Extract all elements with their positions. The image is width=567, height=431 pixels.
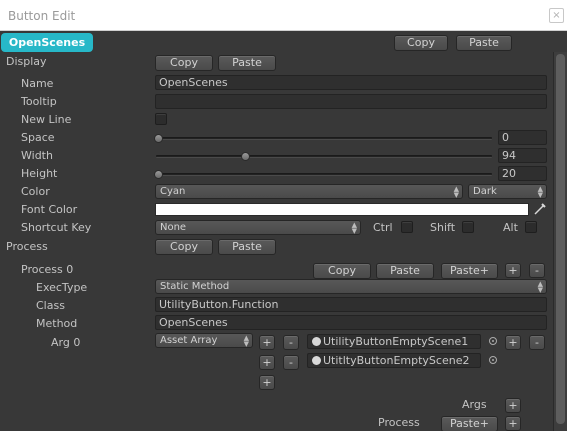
process-paste-button[interactable]: Paste [218, 239, 276, 255]
space-slider-thumb[interactable] [154, 134, 163, 143]
asset-name-1: UtilityButtonEmptyScene1 [323, 335, 469, 348]
arg0-label: Arg 0 [51, 336, 81, 349]
space-slider-track[interactable] [156, 137, 492, 140]
args-label: Args [462, 398, 487, 411]
process-section-label[interactable]: Process [6, 240, 48, 253]
shift-checkbox[interactable] [462, 221, 474, 233]
newline-label: New Line [21, 113, 72, 126]
dropdown-arrow-icon: ▲ ▼ [537, 280, 543, 294]
asset-list-add-button[interactable]: + [259, 375, 275, 390]
arg1-add-button[interactable]: + [259, 355, 275, 370]
asset-field-1[interactable]: UtilityButtonEmptyScene1 [307, 334, 481, 349]
exectype-dropdown[interactable]: Static Method ▲ ▼ [155, 279, 547, 294]
process0-pasteplus-button[interactable]: Paste+ [441, 263, 498, 279]
dropdown-arrow-icon: ▲ ▼ [243, 334, 249, 348]
height-value-field[interactable]: 20 [498, 166, 547, 181]
color-variant-value: Dark [473, 186, 497, 197]
asset-field-2[interactable]: UtitltyButtonEmptyScene2 [307, 353, 481, 368]
ctrl-checkbox[interactable] [401, 221, 413, 233]
process0-add-button[interactable]: + [505, 263, 521, 278]
method-label: Method [36, 317, 78, 330]
color-dropdown[interactable]: Cyan ▲ ▼ [155, 184, 463, 199]
asset-add-button[interactable]: + [505, 335, 521, 350]
args-add-button[interactable]: + [505, 398, 521, 413]
process-footer-add-button[interactable]: + [505, 416, 521, 431]
width-value-field[interactable]: 94 [498, 148, 547, 163]
alt-label: Alt [503, 221, 518, 234]
tooltip-label: Tooltip [21, 95, 57, 108]
width-slider-thumb[interactable] [241, 152, 250, 161]
scrollbar-thumb[interactable] [556, 54, 565, 424]
asset-name-2: UtitltyButtonEmptyScene2 [323, 354, 470, 367]
vertical-scrollbar[interactable] [553, 52, 567, 431]
width-label: Width [21, 149, 53, 162]
process0-label[interactable]: Process 0 [21, 263, 73, 276]
arg0-remove-button[interactable]: - [283, 335, 299, 350]
color-dropdown-value: Cyan [160, 186, 186, 197]
process0-copy-button[interactable]: Copy [313, 263, 371, 279]
scene-asset-icon [312, 356, 321, 365]
process-footer-label: Process [378, 416, 420, 429]
tooltip-field[interactable] [155, 94, 547, 109]
fontcolor-label: Font Color [21, 203, 78, 216]
display-section-label[interactable]: Display [6, 55, 47, 68]
height-slider-thumb[interactable] [154, 170, 163, 179]
height-slider-track[interactable] [156, 173, 492, 176]
class-field[interactable]: UtilityButton.Function [155, 297, 547, 312]
exectype-label: ExecType [36, 281, 88, 294]
height-label: Height [21, 167, 58, 180]
top-paste-button[interactable]: Paste [456, 35, 512, 51]
alt-checkbox[interactable] [525, 221, 537, 233]
color-label: Color [21, 185, 50, 198]
scene-asset-icon [312, 337, 321, 346]
display-paste-button[interactable]: Paste [218, 55, 276, 71]
shift-label: Shift [430, 221, 456, 234]
space-label: Space [21, 131, 55, 144]
dropdown-arrow-icon: ▲ ▼ [351, 221, 357, 235]
process-footer-pasteplus-button[interactable]: Paste+ [441, 416, 498, 431]
shortcut-dropdown-value: None [160, 222, 187, 233]
space-value-field[interactable]: 0 [498, 130, 547, 145]
ctrl-label: Ctrl [373, 221, 393, 234]
object-picker-icon[interactable] [489, 356, 497, 364]
method-field[interactable]: OpenScenes [155, 315, 547, 330]
process0-remove-button[interactable]: - [529, 263, 545, 278]
window-titlebar: Button Edit × [0, 0, 567, 31]
name-field[interactable]: OpenScenes [155, 75, 547, 90]
arg0-type-value: Asset Array [160, 335, 218, 346]
width-slider-track[interactable] [156, 155, 492, 158]
arg0-add-button[interactable]: + [259, 335, 275, 350]
button-preview-tag[interactable]: OpenScenes [1, 33, 93, 52]
close-icon[interactable]: × [549, 8, 564, 23]
newline-checkbox[interactable] [155, 113, 167, 125]
process0-paste-button[interactable]: Paste [376, 263, 434, 279]
top-copy-button[interactable]: Copy [394, 35, 448, 51]
exectype-dropdown-value: Static Method [160, 281, 230, 292]
arg1-remove-button[interactable]: - [283, 355, 299, 370]
object-picker-icon[interactable] [489, 337, 497, 345]
dropdown-arrow-icon: ▲ ▼ [537, 185, 543, 199]
shortcut-label: Shortcut Key [21, 221, 92, 234]
eyedropper-icon[interactable] [533, 202, 547, 216]
process-copy-button[interactable]: Copy [155, 239, 213, 255]
color-variant-dropdown[interactable]: Dark ▲ ▼ [468, 184, 547, 199]
display-copy-button[interactable]: Copy [155, 55, 213, 71]
arg0-type-dropdown[interactable]: Asset Array ▲ ▼ [155, 333, 253, 348]
font-color-swatch[interactable] [155, 203, 529, 216]
shortcut-dropdown[interactable]: None ▲ ▼ [155, 220, 361, 235]
dropdown-arrow-icon: ▲ ▼ [453, 185, 459, 199]
window-title: Button Edit [8, 9, 76, 23]
asset-remove-button[interactable]: - [529, 335, 545, 350]
class-label: Class [36, 299, 65, 312]
name-label: Name [21, 77, 54, 90]
